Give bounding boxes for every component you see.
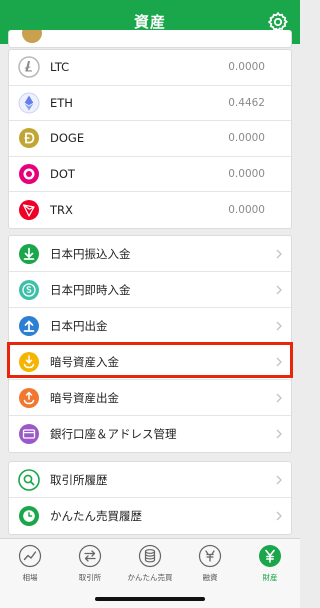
tron-icon	[19, 199, 39, 220]
tab-label: 取引所	[78, 573, 102, 582]
tab-simple-trade[interactable]: かんたん売買	[120, 544, 180, 586]
coin-row-eth[interactable]: ETH 0.4462	[9, 86, 291, 121]
coins-icon	[138, 544, 162, 568]
chevron-right-icon	[276, 475, 282, 484]
coin-amount: 0.4462	[228, 96, 265, 109]
menu-item-jpy-instant-deposit[interactable]: 日本円即時入金	[9, 272, 291, 308]
exchange-icon	[78, 544, 102, 568]
menu-item-label: 日本円出金	[50, 318, 108, 333]
menu-item-crypto-withdrawal[interactable]: 暗号資産出金	[9, 380, 291, 416]
coin-row-ltc[interactable]: LTC 0.0000	[9, 50, 291, 86]
tab-label: かんたん売買	[127, 573, 173, 582]
coin-row-dot[interactable]: DOT 0.0000	[9, 157, 291, 192]
menu-item-bank-address-management[interactable]: 銀行口座＆アドレス管理	[9, 416, 291, 452]
menu-item-label: かんたん売買履歴	[50, 509, 142, 523]
coin-card-partial	[8, 30, 292, 48]
crypto-withdraw-icon	[19, 387, 39, 408]
coin-symbol: DOGE	[50, 131, 85, 146]
chevron-right-icon	[276, 511, 282, 521]
menu-item-simple-trade-history[interactable]: かんたん売買履歴	[9, 498, 291, 534]
tab-label: 財産	[262, 573, 278, 582]
highlight-box	[7, 342, 293, 378]
menu-item-label: 取引所履歴	[50, 472, 108, 487]
chevron-right-icon	[276, 249, 282, 258]
tab-label: 融資	[202, 573, 218, 582]
menu-item-exchange-history[interactable]: 取引所履歴	[9, 462, 291, 498]
download-icon	[19, 243, 39, 264]
menu-item-label: 日本円振込入金	[50, 246, 131, 261]
tab-market[interactable]: 相場	[0, 544, 60, 586]
coin-symbol: LTC	[50, 60, 70, 75]
tab-assets[interactable]: 財産	[240, 544, 300, 586]
menu-item-jpy-withdrawal[interactable]: 日本円出金	[9, 308, 291, 344]
polkadot-icon	[19, 163, 39, 184]
ethereum-icon	[18, 92, 40, 114]
coin-amount: 0.0000	[228, 167, 265, 180]
coin-row-trx[interactable]: TRX 0.0000	[9, 192, 291, 228]
menu-item-label: 銀行口座＆アドレス管理	[50, 427, 177, 441]
clock-history-icon	[19, 506, 39, 526]
tab-loan[interactable]: 融資	[180, 544, 240, 586]
coin-icon	[22, 30, 42, 43]
menu-item-label: 日本円即時入金	[50, 282, 131, 297]
loan-icon	[198, 544, 222, 568]
chevron-right-icon	[276, 429, 282, 439]
tab-exchange[interactable]: 取引所	[60, 544, 120, 586]
chevron-right-icon	[276, 285, 282, 294]
tab-label: 相場	[22, 573, 38, 582]
coin-symbol: TRX	[50, 202, 73, 217]
yen-coin-icon	[19, 279, 39, 300]
search-history-icon	[18, 468, 40, 491]
litecoin-icon	[18, 56, 40, 78]
chart-icon	[18, 544, 42, 568]
card-icon	[19, 424, 39, 444]
coin-amount: 0.0000	[228, 203, 265, 216]
coin-amount: 0.0000	[228, 61, 265, 74]
chevron-right-icon	[276, 393, 282, 402]
page-title: 資産	[133, 13, 166, 31]
home-indicator	[95, 597, 205, 601]
coin-symbol: DOT	[50, 166, 75, 181]
yen-icon	[259, 545, 281, 567]
history-menu: 取引所履歴 かんたん売買履歴	[8, 461, 292, 535]
coin-row-doge[interactable]: DOGE 0.0000	[9, 121, 291, 157]
coin-symbol: ETH	[50, 95, 73, 110]
coin-amount: 0.0000	[228, 132, 265, 145]
menu-item-jpy-bank-deposit[interactable]: 日本円振込入金	[9, 236, 291, 272]
menu-item-label: 暗号資産出金	[50, 390, 119, 405]
chevron-right-icon	[276, 321, 282, 330]
dogecoin-icon	[19, 128, 39, 149]
upload-icon	[19, 315, 39, 336]
coin-list: LTC 0.0000 ETH 0.4462 DOGE 0.0000 DOT 0.…	[8, 49, 292, 229]
